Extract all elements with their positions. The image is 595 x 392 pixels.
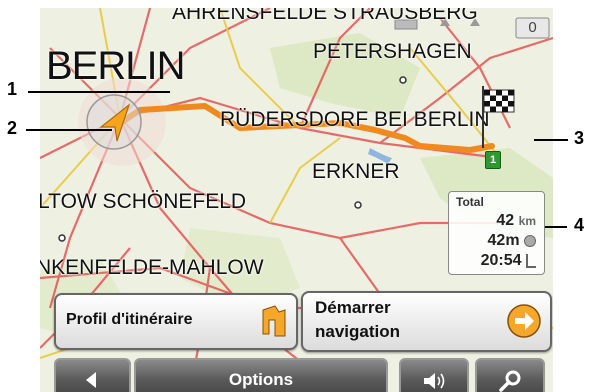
duration-row: 42m	[488, 232, 536, 250]
route-start-number: 1	[489, 154, 497, 166]
distance-row: 42 km	[496, 212, 536, 230]
options-label: Options	[228, 370, 294, 389]
place-label-berlin: BERLIN	[46, 44, 185, 88]
callout-line-1	[28, 91, 170, 93]
place-label-petershagen: PETERSHAGEN	[313, 40, 472, 63]
route-profile-label: Profil d'itinéraire	[66, 311, 193, 328]
navigation-screen: AHRENSFELDE STRAUSBERG BERLIN PETERSHAGE…	[40, 8, 553, 392]
callout-line-2	[26, 129, 112, 131]
search-icon	[499, 370, 521, 392]
route-start-badge: 1	[485, 151, 501, 169]
route-profile-icon	[262, 305, 286, 337]
place-label-ahrensfelde: AHRENSFELDE STRAUSBERG	[172, 8, 478, 24]
options-button[interactable]: Options	[134, 358, 388, 392]
callout-line-4	[545, 226, 567, 228]
place-label-teltow: LTOW SCHÖNEFELD	[40, 190, 247, 213]
start-navigation-label-line2: navigation	[315, 322, 401, 341]
status-value: 0	[528, 19, 537, 36]
back-button[interactable]	[54, 358, 131, 392]
arrival-time: 20:54	[480, 252, 522, 269]
route-profile-button[interactable]: Profil d'itinéraire	[54, 293, 298, 350]
clock-icon	[524, 234, 536, 247]
distance-value: 42	[496, 212, 515, 229]
place-label-blankenfelde: NKENFELDE-MAHLOW	[40, 256, 264, 279]
total-label: Total	[456, 195, 484, 209]
back-arrow-icon	[86, 372, 96, 388]
arrival-row: 20:54	[481, 252, 536, 270]
place-label-erkner: ERKNER	[312, 160, 400, 183]
callout-1: 1	[7, 79, 18, 99]
search-button[interactable]	[475, 358, 545, 392]
finish-flag-icon	[480, 84, 520, 154]
volume-button[interactable]	[399, 358, 469, 392]
place-label-rudersdorf: RÜDERSDORF BEI BERLIN	[220, 108, 490, 131]
start-navigation-label-line1: Démarrer	[315, 298, 391, 317]
duration-value: 42m	[487, 232, 520, 249]
distance-unit: km	[518, 214, 536, 228]
start-navigation-button[interactable]: Démarrer navigation	[301, 291, 552, 352]
callout-line-3	[534, 139, 568, 141]
arrival-flag-icon	[526, 253, 536, 268]
route-summary-panel[interactable]: Total 42 km 42m 20:54	[448, 191, 545, 275]
callout-2: 2	[7, 118, 18, 138]
callout-4: 4	[574, 215, 585, 235]
current-position-marker[interactable]	[85, 93, 143, 151]
speaker-icon	[424, 373, 445, 389]
callout-3: 3	[574, 128, 585, 148]
arrow-right-icon	[507, 304, 541, 338]
